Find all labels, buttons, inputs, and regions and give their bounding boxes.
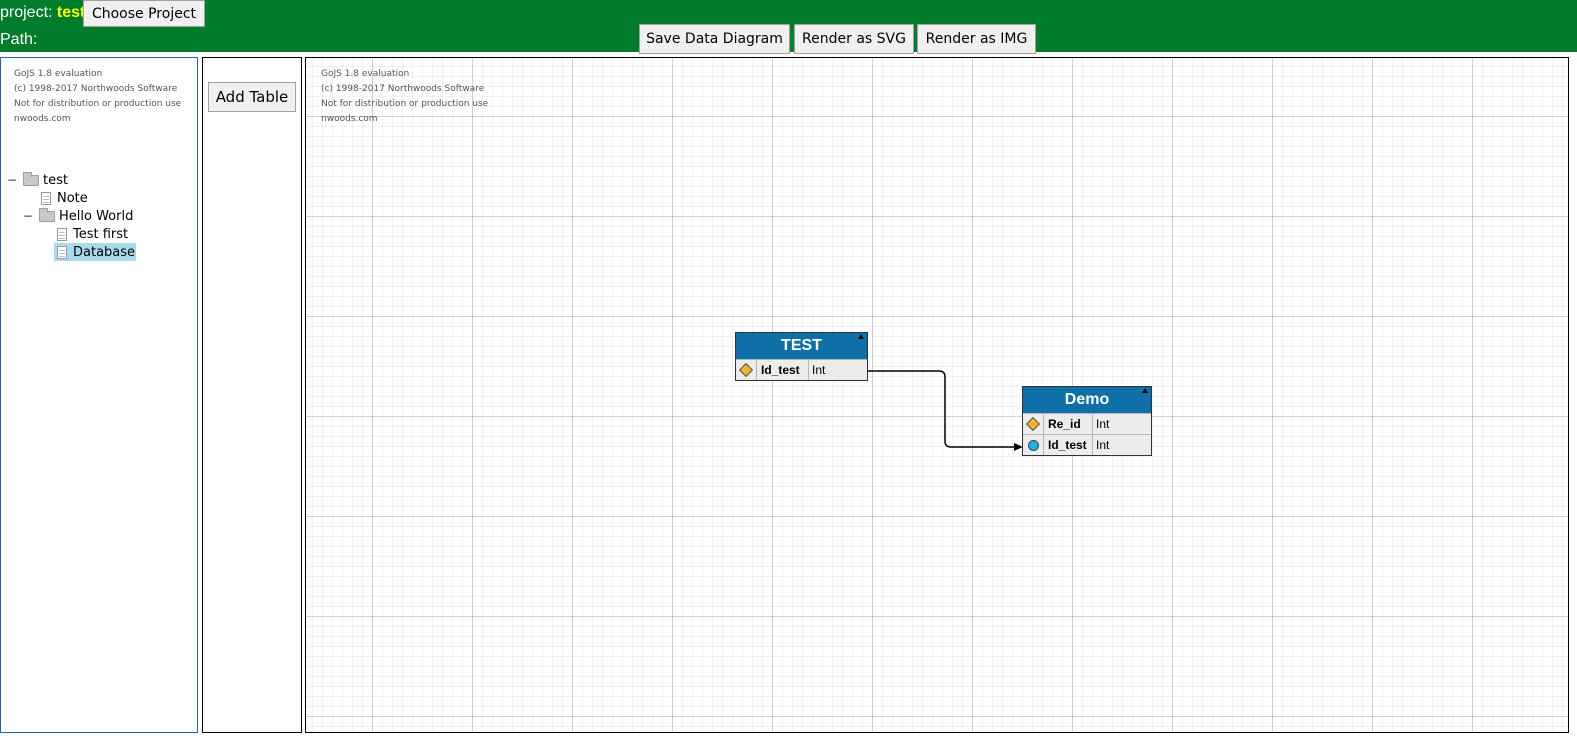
tree-item-label: Database [73, 244, 136, 260]
collapse-triangle-icon[interactable] [1142, 388, 1148, 393]
tree-item-database[interactable]: Database [54, 243, 137, 261]
attribute-type: Int [1096, 417, 1110, 431]
choose-project-button[interactable]: Choose Project [83, 0, 205, 27]
key-cell [1023, 435, 1044, 455]
tree-panel: GoJS 1.8 evaluation (c) 1998-2017 Northw… [0, 57, 198, 733]
path-label: Path: [0, 31, 38, 48]
key-cell [1023, 414, 1044, 434]
save-data-diagram-button[interactable]: Save Data Diagram [639, 24, 790, 54]
tree-watermark: GoJS 1.8 evaluation (c) 1998-2017 Northw… [14, 67, 181, 127]
entity-title: TEST [781, 337, 822, 354]
attribute-name: Id_test [1044, 435, 1093, 455]
folder-icon [23, 171, 39, 186]
project-name: test [56, 4, 86, 21]
collapse-triangle-icon[interactable] [858, 334, 864, 339]
document-icon [41, 191, 51, 205]
tree-item-test-first[interactable]: Test first [57, 225, 128, 243]
attribute-row[interactable]: Id_test Int [1023, 434, 1151, 455]
tree-item-hello-world[interactable]: − Hello World [23, 207, 133, 225]
project-line: project: test [0, 3, 85, 23]
entity-demo[interactable]: Demo Re_id Int Id_test Int [1022, 386, 1152, 456]
relationship-links [868, 370, 1023, 451]
attribute-row[interactable]: Id_test Int [736, 359, 867, 380]
document-icon [57, 245, 67, 259]
diagram-canvas[interactable]: GoJS 1.8 evaluation (c) 1998-2017 Northw… [305, 57, 1569, 733]
foreign-key-icon [1027, 439, 1039, 451]
relationship-link[interactable] [868, 370, 1016, 448]
attribute-name: Id_test [757, 360, 809, 380]
entity-test[interactable]: TEST Id_test Int [735, 332, 868, 381]
folder-icon [39, 207, 55, 222]
entity-header: TEST [736, 333, 867, 359]
top-bar: project: test Choose Project Path: Save … [0, 0, 1577, 54]
watermark-line: Not for distribution or production use [14, 99, 182, 109]
add-table-button[interactable]: Add Table [208, 82, 296, 112]
attribute-type: Int [1096, 438, 1110, 452]
tree-item-note[interactable]: Note [41, 189, 88, 207]
tree-item-test[interactable]: − test [7, 171, 68, 189]
primary-key-icon [1025, 416, 1041, 432]
render-img-button[interactable]: Render as IMG [917, 24, 1036, 54]
collapse-toggle-icon[interactable]: − [23, 209, 33, 223]
tree-item-label: Hello World [59, 208, 134, 224]
tree-item-label: Test first [73, 226, 129, 242]
watermark-line: nwoods.com [14, 114, 71, 124]
entity-title: Demo [1064, 391, 1110, 408]
tools-panel [202, 57, 302, 733]
key-cell [736, 360, 757, 380]
entity-header: Demo [1023, 387, 1151, 413]
watermark-line: (c) 1998-2017 Northwoods Software [14, 84, 178, 94]
attribute-type: Int [812, 363, 826, 377]
tree-item-label: Note [57, 190, 88, 206]
render-svg-button[interactable]: Render as SVG [794, 24, 914, 54]
watermark-line: GoJS 1.8 evaluation [14, 69, 103, 79]
collapse-toggle-icon[interactable]: − [7, 173, 17, 187]
document-icon [57, 227, 67, 241]
attribute-row[interactable]: Re_id Int [1023, 413, 1151, 434]
attribute-name: Re_id [1044, 414, 1093, 434]
project-label: project: [0, 4, 53, 21]
tree-item-label: test [43, 172, 68, 188]
primary-key-icon [738, 362, 754, 378]
